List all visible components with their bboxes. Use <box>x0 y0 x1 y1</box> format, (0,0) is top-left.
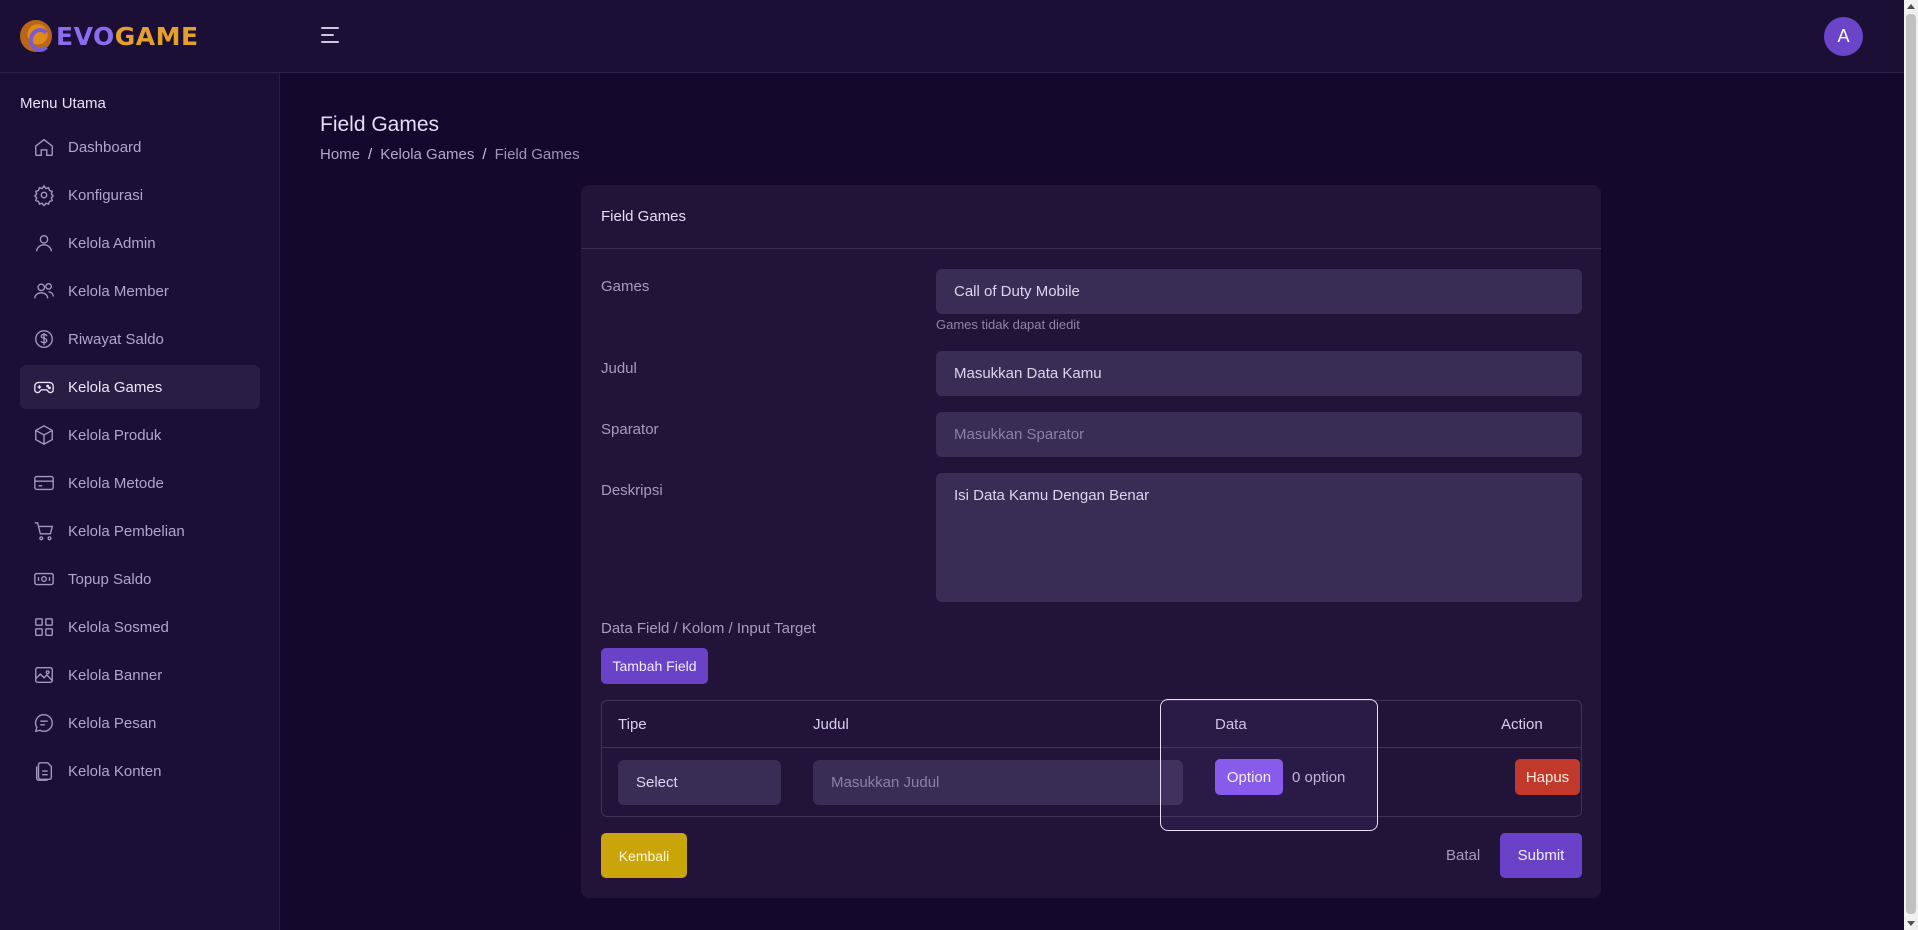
column-header-tipe: Tipe <box>618 716 647 733</box>
sidebar-item-kelola-pembelian[interactable]: Kelola Pembelian <box>20 509 260 553</box>
sidebar-item-kelola-admin[interactable]: Kelola Admin <box>20 221 260 265</box>
breadcrumb-current: Field Games <box>494 146 580 163</box>
brand-logo[interactable]: EVOGAME <box>20 18 199 54</box>
sidebar-item-label: Kelola Konten <box>68 762 162 780</box>
table-row: Select Masukkan Judul Option 0 option Ha… <box>602 748 1581 816</box>
gear-icon <box>33 184 55 206</box>
breadcrumb-home[interactable]: Home <box>320 146 360 163</box>
sidebar-item-riwayat-saldo[interactable]: Riwayat Saldo <box>20 317 260 361</box>
breadcrumb-kelola-games[interactable]: Kelola Games <box>380 146 474 163</box>
sidebar-item-kelola-metode[interactable]: Kelola Metode <box>20 461 260 505</box>
deskripsi-label: Deskripsi <box>601 482 663 499</box>
cart-icon <box>34 522 54 541</box>
sidebar-title: Menu Utama <box>20 95 106 112</box>
user-avatar[interactable]: A <box>1824 17 1863 56</box>
sidebar-item-label: Kelola Admin <box>68 234 156 252</box>
scroll-thumb[interactable] <box>1906 14 1916 914</box>
brand-name-game: GAME <box>114 21 199 51</box>
sidebar-item-label: Riwayat Saldo <box>68 330 164 348</box>
page-title: Field Games <box>320 113 440 136</box>
card-title: Field Games <box>581 185 1601 249</box>
home-icon <box>35 138 53 156</box>
sidebar-item-kelola-pesan[interactable]: Kelola Pesan <box>20 701 260 745</box>
column-header-data: Data <box>1215 716 1247 733</box>
tipe-select[interactable]: Select <box>618 760 781 805</box>
sidebar-item-label: Kelola Pembelian <box>68 522 185 540</box>
message-icon <box>34 714 53 733</box>
sidebar-item-topup-saldo[interactable]: Topup Saldo <box>20 557 260 601</box>
sidebar-item-label: Kelola Games <box>68 378 163 396</box>
sidebar-item-label: Kelola Produk <box>68 426 162 444</box>
sidebar-item-label: Kelola Banner <box>68 666 163 684</box>
hamburger-menu-icon[interactable] <box>321 27 339 43</box>
sidebar-item-kelola-games[interactable]: Kelola Games <box>20 365 260 409</box>
money-icon <box>34 572 54 586</box>
sidebar-item-label: Kelola Metode <box>68 474 164 492</box>
sidebar-item-label: Konfigurasi <box>68 186 144 204</box>
box-icon <box>35 425 53 445</box>
table-header: Tipe Judul Data Action <box>602 701 1581 748</box>
sidebar-item-label: Kelola Pesan <box>68 714 157 732</box>
breadcrumb: Home / Kelola Games / Field Games <box>320 146 580 163</box>
sidebar: Menu Utama Dashboard Konfigurasi Kelola … <box>0 73 280 930</box>
games-help-text: Games tidak dapat diedit <box>936 317 1080 332</box>
judul-input[interactable]: Masukkan Data Kamu <box>936 351 1582 396</box>
breadcrumb-separator: / <box>368 146 373 163</box>
sidebar-item-kelola-konten[interactable]: Kelola Konten <box>20 749 260 793</box>
sparator-input[interactable]: Masukkan Sparator <box>936 412 1582 457</box>
sidebar-item-konfigurasi[interactable]: Konfigurasi <box>20 173 260 217</box>
delete-button[interactable]: Hapus <box>1515 759 1580 795</box>
games-label: Games <box>601 278 650 295</box>
column-header-judul: Judul <box>813 716 849 733</box>
sidebar-item-dashboard[interactable]: Dashboard <box>20 125 260 169</box>
user-icon <box>35 234 53 252</box>
sidebar-item-kelola-banner[interactable]: Kelola Banner <box>20 653 260 697</box>
games-input[interactable]: Call of Duty Mobile <box>936 269 1582 314</box>
sidebar-item-kelola-produk[interactable]: Kelola Produk <box>20 413 260 457</box>
card-icon <box>34 475 54 491</box>
breadcrumb-separator: / <box>482 146 487 163</box>
data-field-label: Data Field / Kolom / Input Target <box>601 620 816 637</box>
judul-field-input[interactable]: Masukkan Judul <box>813 760 1183 805</box>
sidebar-item-label: Kelola Member <box>68 282 169 300</box>
image-icon <box>35 666 53 684</box>
document-icon <box>35 762 53 781</box>
gamepad-icon <box>34 381 54 394</box>
scroll-down-arrow-icon[interactable] <box>1907 921 1915 926</box>
field-games-card: Field Games Games Call of Duty Mobile Ga… <box>581 185 1601 898</box>
cancel-link[interactable]: Batal <box>1446 847 1480 864</box>
sidebar-item-label: Dashboard <box>68 138 142 156</box>
back-button[interactable]: Kembali <box>601 833 687 878</box>
submit-button[interactable]: Submit <box>1500 833 1582 878</box>
sidebar-item-kelola-member[interactable]: Kelola Member <box>20 269 260 313</box>
brand-name-evo: EVO <box>56 21 115 51</box>
page-scrollbar[interactable] <box>1904 0 1918 930</box>
users-icon <box>34 282 54 299</box>
judul-label: Judul <box>601 360 637 377</box>
option-button[interactable]: Option <box>1215 759 1283 795</box>
option-count: 0 option <box>1292 769 1346 786</box>
brand-name: EVOGAME <box>56 22 199 51</box>
sidebar-item-label: Kelola Sosmed <box>68 618 169 636</box>
sidebar-item-label: Topup Saldo <box>68 570 152 588</box>
deskripsi-textarea[interactable]: Isi Data Kamu Dengan Benar <box>936 473 1582 602</box>
add-field-button[interactable]: Tambah Field <box>601 648 708 684</box>
column-header-action: Action <box>1501 716 1543 733</box>
sparator-label: Sparator <box>601 421 659 438</box>
data-field-table: Tipe Judul Data Action Select Masukkan J… <box>601 700 1582 817</box>
dollar-circle-icon <box>35 330 53 348</box>
top-header: EVOGAME A <box>0 0 1904 73</box>
logo-icon <box>20 20 52 52</box>
sidebar-item-kelola-sosmed[interactable]: Kelola Sosmed <box>20 605 260 649</box>
grid-icon <box>35 618 53 636</box>
scroll-up-arrow-icon[interactable] <box>1907 4 1915 9</box>
